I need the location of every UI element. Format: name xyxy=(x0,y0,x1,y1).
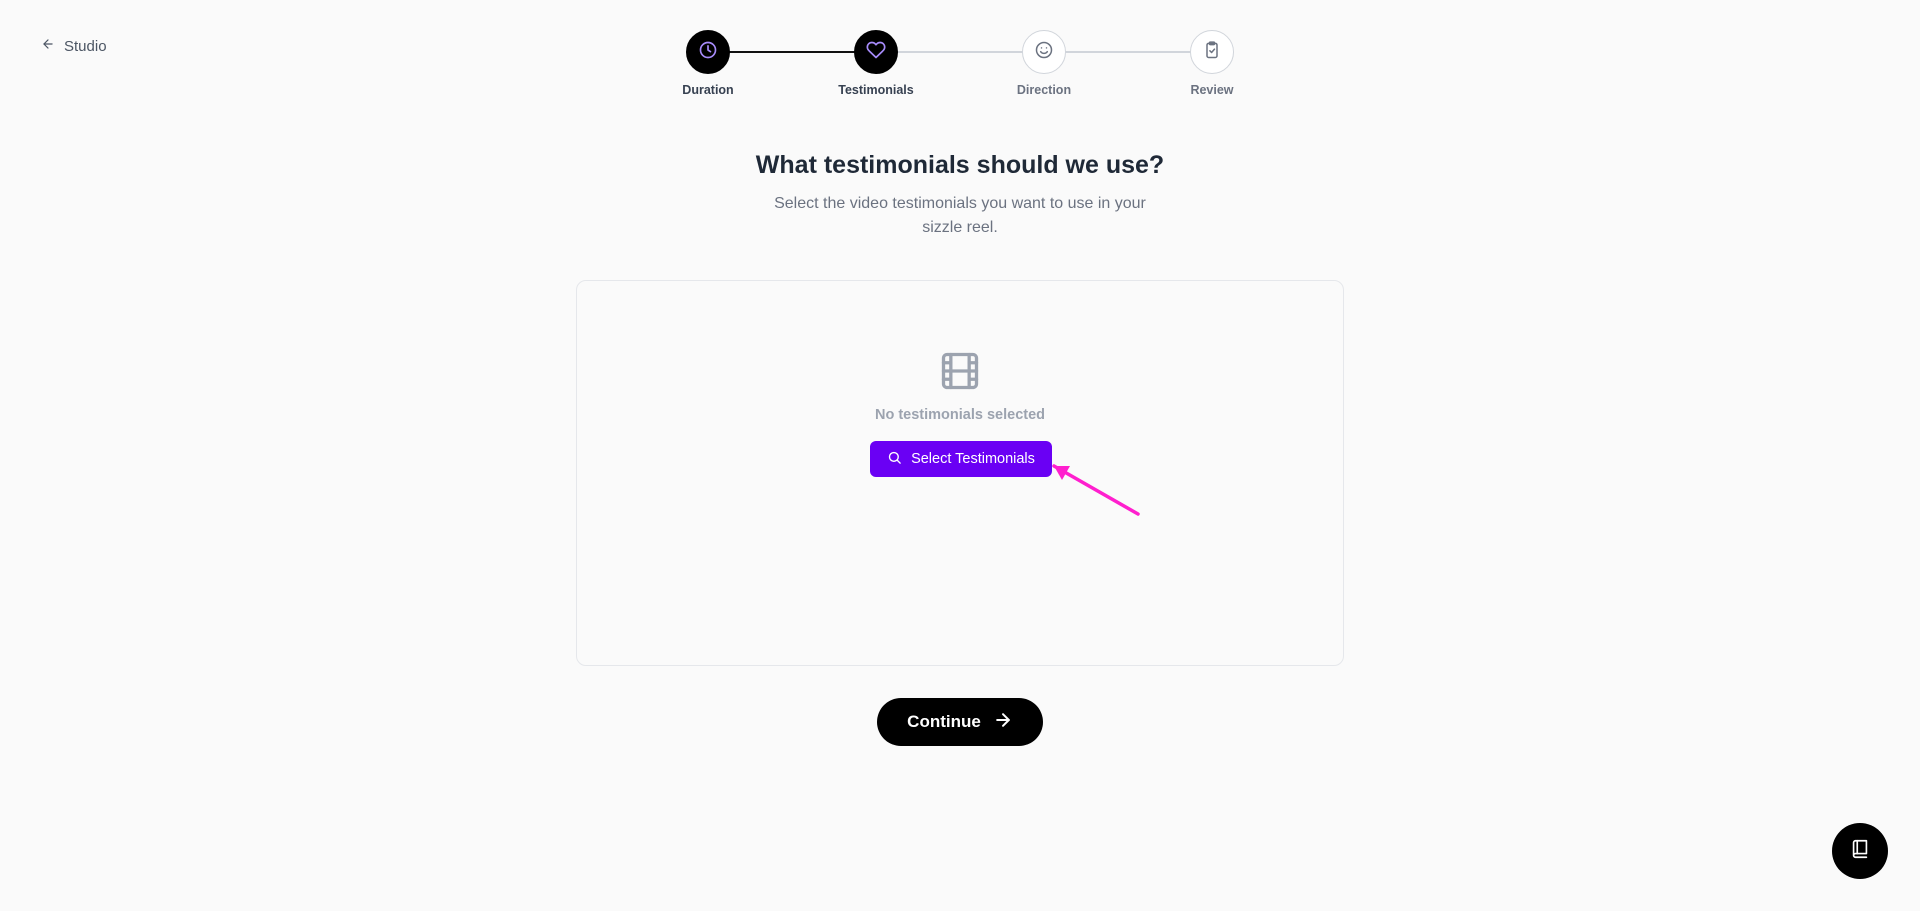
step-circle xyxy=(1022,30,1066,74)
search-icon xyxy=(887,450,902,469)
step-circle xyxy=(854,30,898,74)
clipboard-check-icon xyxy=(1202,40,1222,65)
step-label: Direction xyxy=(1016,83,1072,97)
step-duration[interactable]: Duration xyxy=(648,30,768,97)
clock-icon xyxy=(698,40,718,65)
continue-label: Continue xyxy=(907,712,981,731)
page-title: What testimonials should we use? xyxy=(755,151,1165,179)
film-icon xyxy=(938,349,982,393)
testimonials-panel: No testimonials selected Select Testimon… xyxy=(576,280,1344,666)
step-label: Review xyxy=(1190,83,1234,97)
book-icon xyxy=(1849,838,1871,865)
page-subtitle: Select the video testimonials you want t… xyxy=(774,195,1146,236)
heart-icon xyxy=(866,40,886,65)
help-docs-button[interactable] xyxy=(1832,823,1888,879)
step-label: Duration xyxy=(682,83,734,97)
step-circle xyxy=(1190,30,1234,74)
arrow-right-icon xyxy=(993,710,1013,735)
smile-icon xyxy=(1034,40,1054,65)
progress-stepper: Duration Testimonials Direction Review xyxy=(0,30,1920,102)
step-review[interactable]: Review xyxy=(1152,30,1272,97)
empty-state-text: No testimonials selected xyxy=(874,407,1046,423)
continue-button[interactable]: Continue xyxy=(877,698,1043,746)
step-label: Testimonials xyxy=(838,83,914,97)
select-testimonials-label: Select Testimonials xyxy=(911,451,1035,467)
step-circle xyxy=(686,30,730,74)
step-direction[interactable]: Direction xyxy=(984,30,1104,97)
step-testimonials[interactable]: Testimonials xyxy=(816,30,936,97)
select-testimonials-button[interactable]: Select Testimonials xyxy=(870,441,1052,477)
